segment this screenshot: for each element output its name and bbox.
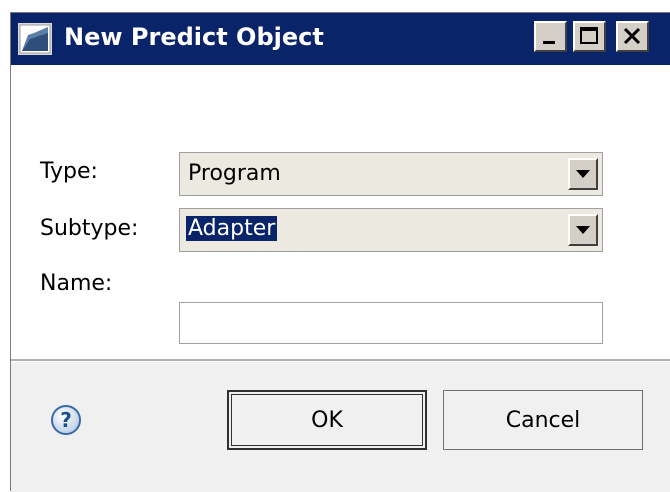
type-label: Type: — [40, 159, 98, 184]
subtype-value: Adapter — [186, 216, 278, 241]
subtype-label: Subtype: — [40, 216, 139, 241]
subtype-dropdown-button[interactable] — [568, 214, 598, 246]
dialog-content: Type: Program Subtype: Adapter Name: — [11, 65, 670, 359]
name-label: Name: — [40, 271, 113, 296]
dialog-title: New Predict Object — [64, 23, 324, 51]
chevron-down-icon — [576, 170, 590, 178]
app-icon — [18, 23, 52, 55]
minimize-button[interactable] — [534, 21, 567, 52]
type-dropdown-button[interactable] — [568, 158, 598, 190]
chevron-down-icon — [576, 226, 590, 234]
subtype-combobox[interactable]: Adapter — [179, 208, 603, 252]
dialog-window: New Predict Object Type: Program Subtype… — [10, 12, 670, 492]
cancel-button[interactable]: Cancel — [443, 390, 643, 450]
help-icon[interactable]: ? — [50, 404, 82, 436]
button-bar: ? OK Cancel — [11, 362, 670, 492]
type-combobox[interactable]: Program — [179, 152, 603, 196]
type-value: Program — [188, 161, 281, 186]
maximize-button[interactable] — [573, 21, 606, 52]
maximize-icon — [580, 27, 598, 44]
close-icon — [623, 27, 641, 45]
close-button[interactable] — [616, 21, 649, 52]
ok-button[interactable]: OK — [227, 390, 427, 450]
title-bar[interactable]: New Predict Object — [11, 13, 670, 65]
minimize-icon — [543, 41, 555, 44]
svg-text:?: ? — [60, 408, 72, 432]
name-input[interactable] — [179, 302, 603, 344]
